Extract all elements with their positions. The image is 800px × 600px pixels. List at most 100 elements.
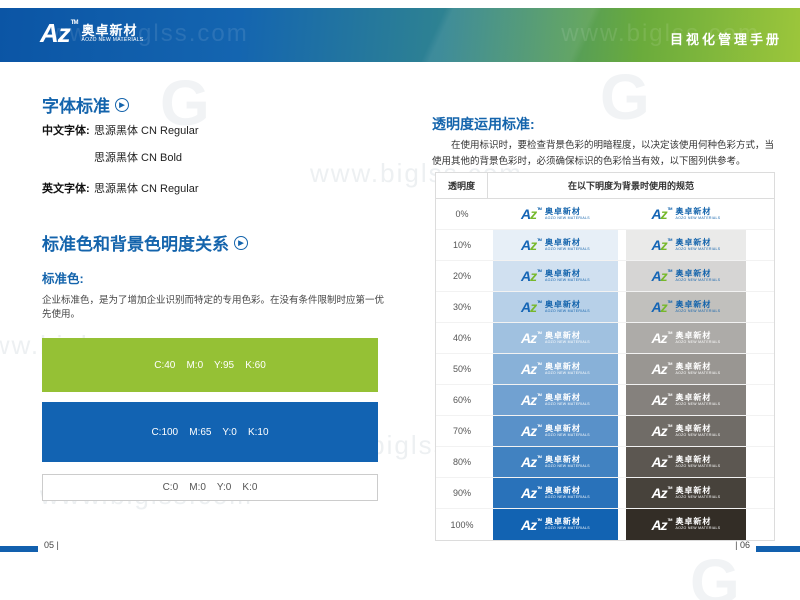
logo-sample-swatch: AzTM奥卓新材AOZO NEW MATERIALS — [493, 354, 618, 384]
font-row-en: 英文字体:思源黑体 CN Regular — [42, 180, 199, 196]
logo-mark: AzTM — [521, 455, 541, 469]
brand-logo: AzTM奥卓新材AOZO NEW MATERIALS — [521, 238, 590, 252]
logo-name-en: AOZO NEW MATERIALS — [545, 310, 590, 314]
logo-name-en: AOZO NEW MATERIALS — [675, 527, 720, 531]
logo-name-en: AOZO NEW MATERIALS — [675, 372, 720, 376]
logo-tm: TM — [537, 424, 541, 428]
logo-name-en: AOZO NEW MATERIALS — [675, 434, 720, 438]
table-header-row: 透明度 在以下明度为背景时使用的规范 — [436, 173, 774, 199]
brand-logo: AzTM奥卓新材AOZO NEW MATERIALS — [652, 269, 721, 283]
logo-sample-swatch: AzTM奥卓新材AOZO NEW MATERIALS — [626, 323, 746, 353]
logo-name-en: AOZO NEW MATERIALS — [545, 372, 590, 376]
logo-name-cn: 奥卓新材 — [675, 487, 720, 495]
logo-mark: AzTM — [652, 207, 672, 221]
logo-sample-swatch: AzTM奥卓新材AOZO NEW MATERIALS — [493, 323, 618, 353]
transparency-percent: 80% — [436, 447, 488, 477]
brand-logo: AzTM奥卓新材AOZO NEW MATERIALS — [652, 393, 721, 407]
logo-name-cn: 奥卓新材 — [545, 518, 590, 526]
transparency-percent: 0% — [436, 199, 488, 229]
logo-tm: TM — [668, 207, 672, 211]
watermark-logo-icon: G — [690, 545, 740, 600]
brand-logo: AzTM奥卓新材AOZO NEW MATERIALS — [652, 300, 721, 314]
color-swatch-blue: C:100 M:65 Y:0 K:10 — [42, 402, 378, 462]
logo-tm: TM — [537, 455, 541, 459]
logo-tm: TM — [668, 455, 672, 459]
cmyk-value: C:0 M:0 Y:0 K:0 — [163, 482, 258, 493]
logo-mark: AzTM — [521, 486, 541, 500]
logo-name-en: AOZO NEW MATERIALS — [545, 403, 590, 407]
standard-color-description: 企业标准色，是为了增加企业识别而特定的专用色彩。在没有条件限制时应第一优先使用。 — [42, 292, 392, 320]
logo-name-cn: 奥卓新材 — [81, 24, 143, 37]
logo-sample-swatch: AzTM奥卓新材AOZO NEW MATERIALS — [626, 447, 746, 477]
logo-tm: TM — [537, 269, 541, 273]
logo-mark: AzTM — [652, 518, 672, 532]
logo-sample-swatch: AzTM奥卓新材AOZO NEW MATERIALS — [626, 292, 746, 322]
logo-tm: TM — [668, 331, 672, 335]
logo-mark: AzTM — [652, 300, 672, 314]
logo-tm: TM — [537, 207, 541, 211]
logo-sample-swatch: AzTM奥卓新材AOZO NEW MATERIALS — [493, 230, 618, 260]
transparency-percent: 30% — [436, 292, 488, 322]
brand-logo: AzTM奥卓新材AOZO NEW MATERIALS — [652, 238, 721, 252]
logo-mark: AzTM — [40, 20, 77, 46]
brand-logo: AzTM 奥卓新材AOZO NEW MATERIALS — [40, 20, 143, 46]
logo-name-en: AOZO NEW MATERIALS — [81, 38, 143, 43]
logo-mark: AzTM — [521, 393, 541, 407]
logo-sample-swatch: AzTM奥卓新材AOZO NEW MATERIALS — [493, 447, 618, 477]
cmyk-value: C:40 M:0 Y:95 K:60 — [154, 360, 266, 371]
logo-name-en: AOZO NEW MATERIALS — [545, 279, 590, 283]
cmyk-value: C:100 M:65 Y:0 K:10 — [151, 427, 268, 438]
logo-name-cn: 奥卓新材 — [675, 394, 720, 402]
brand-logo: AzTM奥卓新材AOZO NEW MATERIALS — [652, 486, 721, 500]
logo-mark: AzTM — [521, 207, 541, 221]
table-row: 50%AzTM奥卓新材AOZO NEW MATERIALSAzTM奥卓新材AOZ… — [436, 354, 774, 385]
logo-mark: AzTM — [652, 269, 672, 283]
font-label-en: 英文字体: — [42, 180, 94, 196]
brand-logo: AzTM奥卓新材AOZO NEW MATERIALS — [521, 455, 590, 469]
brand-logo: AzTM奥卓新材AOZO NEW MATERIALS — [521, 331, 590, 345]
logo-name-en: AOZO NEW MATERIALS — [545, 217, 590, 221]
transparency-percent: 10% — [436, 230, 488, 260]
logo-tm: TM — [668, 486, 672, 490]
logo-name-en: AOZO NEW MATERIALS — [545, 496, 590, 500]
logo-name-en: AOZO NEW MATERIALS — [675, 279, 720, 283]
page-number-right: | 06 — [735, 540, 750, 550]
logo-name-cn: 奥卓新材 — [675, 332, 720, 340]
brand-logo: AzTM奥卓新材AOZO NEW MATERIALS — [521, 300, 590, 314]
section-title-text: 标准色和背景色明度关系 — [42, 230, 229, 255]
footer-bar-right — [756, 546, 800, 552]
logo-name-cn: 奥卓新材 — [545, 270, 590, 278]
brand-logo: AzTM奥卓新材AOZO NEW MATERIALS — [652, 331, 721, 345]
logo-sample-swatch: AzTM奥卓新材AOZO NEW MATERIALS — [493, 416, 618, 446]
table-row: 90%AzTM奥卓新材AOZO NEW MATERIALSAzTM奥卓新材AOZ… — [436, 478, 774, 509]
transparency-percent: 90% — [436, 478, 488, 508]
table-body: 0%AzTM奥卓新材AOZO NEW MATERIALSAzTM奥卓新材AOZO… — [436, 199, 774, 540]
logo-name-en: AOZO NEW MATERIALS — [545, 248, 590, 252]
logo-tm: TM — [537, 393, 541, 397]
logo-tm: TM — [668, 424, 672, 428]
logo-tm: TM — [668, 518, 672, 522]
logo-name-cn: 奥卓新材 — [675, 456, 720, 464]
logo-sample-swatch: AzTM奥卓新材AOZO NEW MATERIALS — [626, 478, 746, 508]
transparency-percent: 50% — [436, 354, 488, 384]
logo-tm: TM — [71, 20, 78, 26]
logo-mark: AzTM — [652, 424, 672, 438]
logo-name-cn: 奥卓新材 — [675, 270, 720, 278]
logo-sample-swatch: AzTM奥卓新材AOZO NEW MATERIALS — [493, 261, 618, 291]
logo-name-cn: 奥卓新材 — [675, 363, 720, 371]
table-row: 0%AzTM奥卓新材AOZO NEW MATERIALSAzTM奥卓新材AOZO… — [436, 199, 774, 230]
doc-title: 目视化管理手册 — [670, 29, 782, 48]
logo-sample-swatch: AzTM奥卓新材AOZO NEW MATERIALS — [493, 478, 618, 508]
page-canvas: www.biglss.com www.biglss.com www.biglss… — [0, 0, 800, 600]
logo-tm: TM — [668, 300, 672, 304]
watermark-logo-icon: G — [600, 60, 650, 134]
header-bar: www.biglss.com www.biglss.com AzTM奥卓新材AO… — [0, 8, 800, 62]
table-row: 80% AzTM奥卓新材AOZO NEW MATERIALS AzTM奥卓新材AOZ… — [436, 447, 774, 478]
font-row-cn-bold: 思源黑体 CN Bold — [42, 149, 182, 165]
logo-tm: TM — [537, 518, 541, 522]
section-title-colors: 标准色和背景色明度关系 ▶ — [42, 230, 248, 255]
logo-name-en: AOZO NEW MATERIALS — [675, 403, 720, 407]
logo-sample-swatch: AzTM奥卓新材AOZO NEW MATERIALS — [626, 509, 746, 540]
table-row: 10% AzTM奥卓新材AOZO NEW MATERIALS AzTM奥卓新材AOZ… — [436, 230, 774, 261]
brand-logo: AzTM奥卓新材AOZO NEW MATERIALS — [521, 362, 590, 376]
